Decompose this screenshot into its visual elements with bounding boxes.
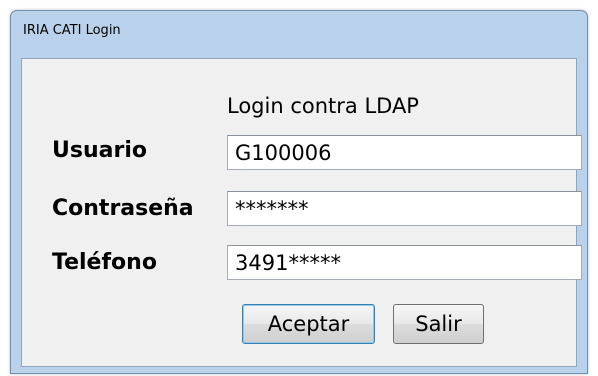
password-input[interactable] [227, 191, 582, 226]
username-input[interactable] [227, 135, 582, 170]
phone-label: Teléfono [52, 250, 157, 275]
window-title: IRIA CATI Login [23, 23, 121, 38]
exit-button[interactable]: Salir [393, 304, 484, 344]
login-window: IRIA CATI Login Login contra LDAP Usuari… [10, 10, 588, 374]
form-subtitle: Login contra LDAP [227, 94, 419, 118]
username-label: Usuario [52, 138, 147, 163]
password-label: Contraseña [52, 196, 194, 221]
accept-button[interactable]: Aceptar [242, 304, 375, 344]
login-form: Login contra LDAP Usuario Contraseña Tel… [21, 58, 582, 367]
phone-input[interactable] [227, 245, 582, 280]
title-bar[interactable]: IRIA CATI Login [11, 11, 587, 55]
